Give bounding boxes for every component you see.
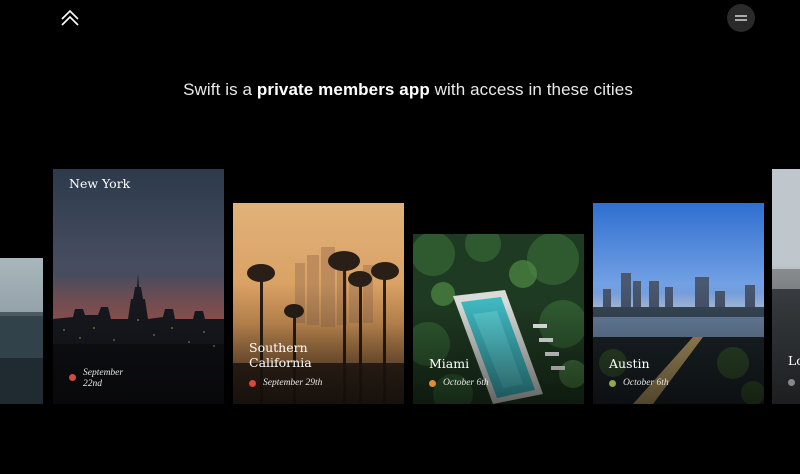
double-chevron-up-icon [61, 9, 79, 26]
status-dot [69, 374, 76, 381]
city-name: Southern California [249, 340, 312, 370]
city-card-austin[interactable]: Austin October 6th [593, 203, 764, 404]
sea-image [0, 258, 43, 404]
status-dot [609, 380, 616, 387]
city-name: Austin [609, 356, 650, 371]
status-dot [788, 379, 795, 386]
city-card-southern-california[interactable]: Southern California September 29th [233, 203, 404, 404]
city-card-miami[interactable]: Miami October 6th [413, 234, 584, 404]
city-date: September 22nd [83, 368, 124, 389]
status-dot [249, 380, 256, 387]
city-date: September 29th [263, 378, 323, 388]
city-date: October 6th [443, 378, 489, 388]
city-card-new-york[interactable]: New York September 22nd [53, 169, 224, 404]
city-card-partial-right[interactable]: Lo [772, 169, 800, 404]
card-shade [593, 283, 764, 404]
headline: Swift is a private members app with acce… [0, 80, 800, 100]
city-name: Miami [429, 356, 470, 371]
card-shade [772, 263, 800, 404]
city-card-partial-left[interactable] [0, 258, 43, 404]
menu-button[interactable] [727, 4, 755, 32]
city-name: New York [69, 176, 131, 191]
headline-suffix: with access in these cities [429, 80, 633, 99]
status-dot [429, 380, 436, 387]
card-shade [413, 302, 584, 404]
city-date: October 6th [623, 378, 669, 388]
headline-prefix: Swift is a [183, 80, 257, 99]
city-name: Lo [788, 353, 800, 368]
hamburger-icon [735, 15, 747, 21]
headline-emphasis: private members app [256, 80, 430, 99]
logo-icon[interactable] [60, 8, 80, 28]
